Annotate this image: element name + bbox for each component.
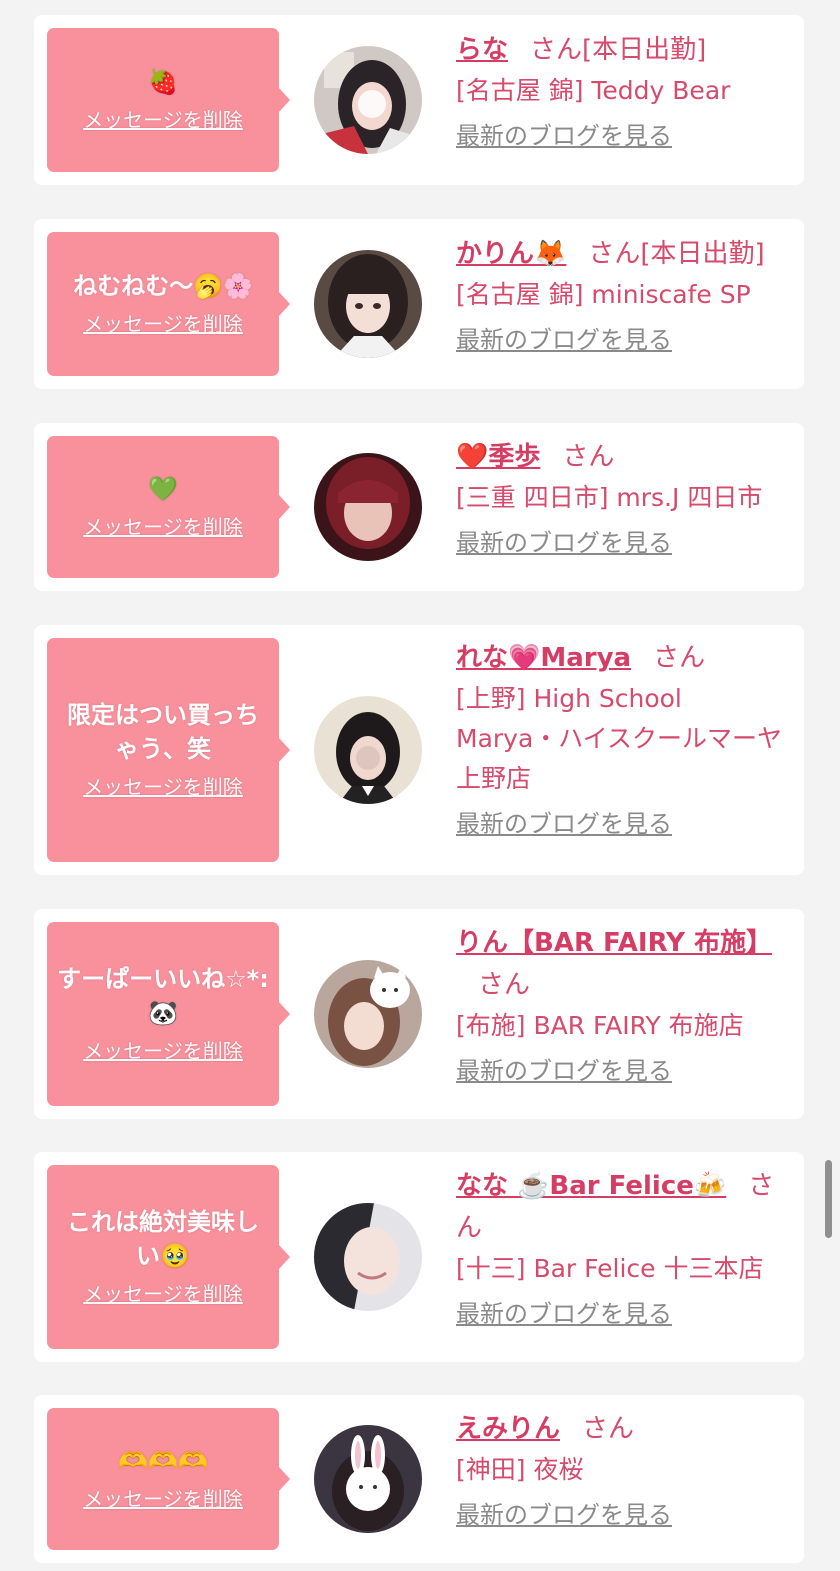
honorific: さん [562,442,615,472]
latest-blog-link[interactable]: 最新のブログを見る [456,1054,672,1088]
girl-name-link[interactable]: れな💗Marya [456,643,631,673]
attendance-tag: [本日出勤] [640,239,765,269]
avatar-photo-icon [314,453,422,561]
message-bubble: すーぱーいいね☆*:🐼 メッセージを削除 [47,922,290,1106]
list-item: ねむねむ〜🥱🌸 メッセージを削除 かりん🦊 さん[本日出勤] [名古屋 錦] mi… [34,219,804,389]
girl-name-link[interactable]: かりん🦊 [456,239,566,269]
message-bubble: 🫶🫶🫶 メッセージを削除 [47,1408,290,1550]
delete-message-link[interactable]: メッセージを削除 [83,1036,243,1066]
message-bubble: 🍓 メッセージを削除 [47,28,290,172]
honorific: さん [478,970,531,1000]
honorific: さん [653,643,706,673]
avatar-photo-icon [314,1425,422,1533]
avatar[interactable] [314,696,422,804]
girl-info: えみりん さん [神田] 夜桜 最新のブログを見る [456,1408,790,1532]
delete-message-link[interactable]: メッセージを削除 [83,772,243,802]
message-bubble: これは絶対美味しい🥹 メッセージを削除 [47,1165,290,1349]
avatar[interactable] [314,1203,422,1311]
delete-message-link[interactable]: メッセージを削除 [83,512,243,542]
honorific: さん [582,1414,635,1444]
message-text: 🫶🫶🫶 [118,1447,208,1475]
delete-message-link[interactable]: メッセージを削除 [83,309,243,339]
girl-name-link[interactable]: らな [456,35,508,65]
girl-info: かりん🦊 さん[本日出勤] [名古屋 錦] miniscafe SP 最新のブログ… [456,233,790,357]
attendance-tag: [本日出勤] [582,35,707,65]
delete-message-link[interactable]: メッセージを削除 [83,105,243,135]
favorites-list: 🍓 メッセージを削除 らな さん[本日出勤] [名古屋 錦] Teddy Bear… [0,0,840,1571]
girl-info: りん【BAR FAIRY 布施】さん [布施] BAR FAIRY 布施店 最新… [456,922,790,1088]
message-text: ねむねむ〜🥱🌸 [73,272,253,300]
girl-name-link[interactable]: なな ☕️Bar Felice🍻 [456,1171,726,1201]
message-text: 🍓 [148,68,178,96]
message-text: 💚 [148,475,178,503]
girl-info: らな さん[本日出勤] [名古屋 錦] Teddy Bear 最新のブログを見る [456,29,790,153]
girl-name-link[interactable]: りん【BAR FAIRY 布施】 [456,928,772,958]
shop-name: [名古屋 錦] miniscafe SP [456,280,751,309]
latest-blog-link[interactable]: 最新のブログを見る [456,1498,672,1532]
shop-name: [上野] High School Marya・ハイスクールマーヤ上野店 [456,684,783,793]
delete-message-link[interactable]: メッセージを削除 [83,1484,243,1514]
list-item: 💚 メッセージを削除 ❤️季歩 さん [三重 四日市] mrs.J 四日市 最新の… [34,423,804,591]
shop-name: [神田] 夜桜 [456,1455,584,1484]
message-text: すーぱーいいね☆*:🐼 [57,965,269,1027]
list-item: 🍓 メッセージを削除 らな さん[本日出勤] [名古屋 錦] Teddy Bear… [34,15,804,185]
girl-name-link[interactable]: えみりん [456,1414,560,1444]
shop-name: [十三] Bar Felice 十三本店 [456,1254,764,1283]
girl-info: ❤️季歩 さん [三重 四日市] mrs.J 四日市 最新のブログを見る [456,436,790,560]
avatar-photo-icon [314,696,422,804]
message-bubble: ねむねむ〜🥱🌸 メッセージを削除 [47,232,290,376]
list-item: 🫶🫶🫶 メッセージを削除 えみりん さん [神田] 夜桜 最新のブログを見る [34,1395,804,1563]
girl-name-link[interactable]: ❤️季歩 [456,442,540,472]
honorific: さん [588,239,641,269]
avatar-photo-icon [314,250,422,358]
list-item: これは絶対美味しい🥹 メッセージを削除 なな ☕️Bar Felice🍻 さん [… [34,1152,804,1362]
message-text: これは絶対美味しい🥹 [67,1208,259,1270]
avatar[interactable] [314,960,422,1068]
shop-name: [名古屋 錦] Teddy Bear [456,76,731,105]
girl-info: れな💗Marya さん [上野] High School Marya・ハイスクール… [456,637,790,841]
scrollbar[interactable] [825,1160,832,1238]
avatar-photo-icon [314,960,422,1068]
shop-name: [布施] BAR FAIRY 布施店 [456,1011,744,1040]
message-bubble: 限定はつい買っちゃう、笑 メッセージを削除 [47,638,290,862]
latest-blog-link[interactable]: 最新のブログを見る [456,1297,672,1331]
avatar[interactable] [314,1425,422,1533]
avatar[interactable] [314,250,422,358]
list-item: すーぱーいいね☆*:🐼 メッセージを削除 りん【BAR FAIRY 布施】さん … [34,909,804,1119]
latest-blog-link[interactable]: 最新のブログを見る [456,526,672,560]
delete-message-link[interactable]: メッセージを削除 [83,1279,243,1309]
honorific: さん [530,35,583,65]
avatar-photo-icon [314,46,422,154]
message-text: 限定はつい買っちゃう、笑 [67,701,259,763]
latest-blog-link[interactable]: 最新のブログを見る [456,119,672,153]
avatar-photo-icon [314,1203,422,1311]
message-bubble: 💚 メッセージを削除 [47,436,290,578]
list-item: 限定はつい買っちゃう、笑 メッセージを削除 れな💗Marya さん [上野] Hi… [34,625,804,875]
girl-info: なな ☕️Bar Felice🍻 さん [十三] Bar Felice 十三本店 … [456,1165,790,1331]
latest-blog-link[interactable]: 最新のブログを見る [456,323,672,357]
avatar[interactable] [314,453,422,561]
latest-blog-link[interactable]: 最新のブログを見る [456,807,672,841]
avatar[interactable] [314,46,422,154]
shop-name: [三重 四日市] mrs.J 四日市 [456,483,763,512]
